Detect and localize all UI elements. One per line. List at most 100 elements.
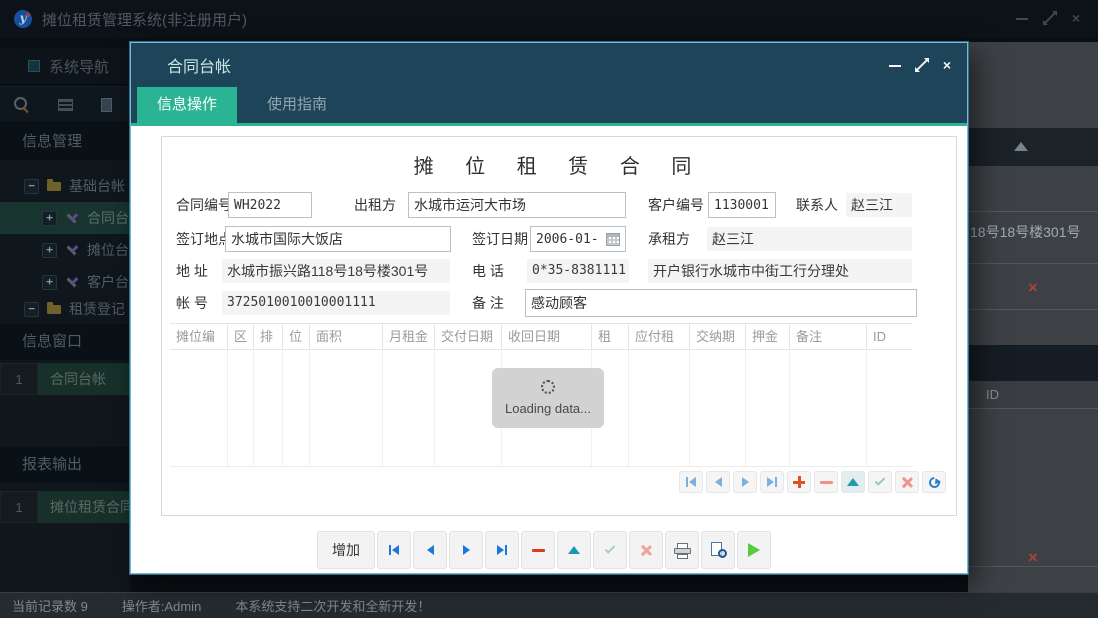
list-view-icon[interactable] xyxy=(58,99,73,111)
customer-no-label: 客户编号 xyxy=(648,192,704,218)
col-slot[interactable]: 位 xyxy=(283,324,310,349)
grid-remove-button[interactable] xyxy=(814,471,838,493)
grid-prev-button[interactable] xyxy=(706,471,730,493)
document-icon[interactable] xyxy=(101,98,112,112)
tab-user-guide[interactable]: 使用指南 xyxy=(247,87,347,123)
info-window-row[interactable]: 1 合同台帐 xyxy=(0,363,130,395)
col-row[interactable]: 排 xyxy=(254,324,283,349)
grid-next-button[interactable] xyxy=(733,471,757,493)
loading-text: Loading data... xyxy=(505,401,591,416)
col-payable-rent[interactable]: 应付租 xyxy=(629,324,690,349)
background-toolbar xyxy=(0,86,130,122)
account-value: 3725010010010001111 xyxy=(222,291,450,315)
col-area[interactable]: 面积 xyxy=(310,324,383,349)
tree-item-label: 租赁登记 xyxy=(69,299,125,319)
delete-record-button[interactable] xyxy=(521,531,555,569)
dialog-close-icon[interactable]: × xyxy=(943,59,951,71)
row-number: 1 xyxy=(0,363,38,395)
nav-next-button[interactable] xyxy=(449,531,483,569)
sign-place-input[interactable] xyxy=(225,226,451,252)
customer-no-input[interactable] xyxy=(708,192,776,218)
cancel-button[interactable] xyxy=(629,531,663,569)
lessee-value: 赵三江 xyxy=(707,227,912,251)
collapse-up-icon[interactable] xyxy=(1014,142,1028,151)
col-remark[interactable]: 备注 xyxy=(790,324,867,349)
folder-icon xyxy=(47,305,61,314)
grid-refresh-button[interactable] xyxy=(922,471,946,493)
background-panel-header2 xyxy=(968,345,1098,381)
print-button[interactable] xyxy=(665,531,699,569)
report-row[interactable]: 1 摊位租赁合同 xyxy=(0,491,130,523)
tree-item-stall-ledger[interactable]: 摊位台帐 xyxy=(0,234,130,266)
dialog-titlebar[interactable]: 合同台帐 × xyxy=(131,43,967,87)
navigation-icon xyxy=(28,60,40,72)
contract-no-input[interactable] xyxy=(228,192,312,218)
accept-button[interactable] xyxy=(593,531,627,569)
collapse-expander-icon[interactable] xyxy=(24,302,39,317)
address-label: 地 址 xyxy=(176,258,208,284)
nav-prev-button[interactable] xyxy=(413,531,447,569)
dialog-controls: × xyxy=(889,59,951,71)
col-deliver-date[interactable]: 交付日期 xyxy=(435,324,502,349)
tree-item-customer-ledger[interactable]: 客户台帐 xyxy=(0,266,130,298)
col-id[interactable]: ID xyxy=(867,324,901,349)
tree-item-contract-ledger[interactable]: 合同台帐 xyxy=(0,202,130,234)
sign-date-value: 2006-01- xyxy=(536,232,599,247)
col-pay-period[interactable]: 交纳期 xyxy=(690,324,746,349)
nav-first-button[interactable] xyxy=(377,531,411,569)
restore-icon[interactable] xyxy=(1044,12,1056,24)
form-title: 摊 位 租 赁 合 同 xyxy=(162,150,956,179)
sign-date-picker[interactable]: 2006-01- xyxy=(530,226,626,252)
tree-item-rental-register[interactable]: 租赁登记 xyxy=(0,298,130,320)
dialog-tabbar: 信息操作 使用指南 xyxy=(131,87,967,123)
calendar-icon[interactable] xyxy=(606,233,620,246)
add-record-button[interactable]: 增加 xyxy=(317,531,375,569)
background-panel-header xyxy=(968,128,1098,166)
grid-cancel-button[interactable] xyxy=(895,471,919,493)
col-monthly-rent[interactable]: 月租金 xyxy=(383,324,435,349)
search-icon[interactable] xyxy=(14,97,30,113)
minimize-icon[interactable] xyxy=(1016,18,1028,20)
grid-header-row: 摊位编 区 排 位 面积 月租金 交付日期 收回日期 租 应付租 交纳期 押金 … xyxy=(170,323,912,350)
expand-expander-icon[interactable] xyxy=(42,211,57,226)
collapse-expander-icon[interactable] xyxy=(24,179,39,194)
lessor-input[interactable] xyxy=(408,192,626,218)
sidebar-section-reports: 报表输出 xyxy=(0,447,130,483)
loading-indicator: Loading data... xyxy=(492,368,604,428)
col-stall-no[interactable]: 摊位编 xyxy=(170,324,228,349)
col-zone[interactable]: 区 xyxy=(228,324,254,349)
main-titlebar: 摊位租赁管理系统(非注册用户) xyxy=(0,0,1098,38)
expand-expander-icon[interactable] xyxy=(42,243,57,258)
grid-add-button[interactable] xyxy=(787,471,811,493)
close-icon[interactable]: × xyxy=(1072,12,1080,24)
grid-last-button[interactable] xyxy=(760,471,784,493)
col-deposit[interactable]: 押金 xyxy=(746,324,790,349)
background-id-column-header: ID xyxy=(968,381,1098,409)
tab-system-navigation[interactable]: 系统导航 xyxy=(0,48,130,84)
tab-info-operation[interactable]: 信息操作 xyxy=(137,87,237,123)
row-label: 合同台帐 xyxy=(38,363,130,395)
grid-accept-button[interactable] xyxy=(868,471,892,493)
tab-system-navigation-label: 系统导航 xyxy=(49,56,109,77)
print-preview-button[interactable] xyxy=(701,531,735,569)
col-rent[interactable]: 租 xyxy=(592,324,629,349)
grid-collapse-button[interactable] xyxy=(841,471,865,493)
tool-icon xyxy=(65,276,79,288)
dialog-maximize-icon[interactable] xyxy=(916,59,928,71)
account-label: 帐 号 xyxy=(176,290,208,316)
run-button[interactable] xyxy=(737,531,771,569)
remark-input[interactable] xyxy=(525,289,917,317)
dialog-minimize-icon[interactable] xyxy=(889,65,901,67)
grid-first-button[interactable] xyxy=(679,471,703,493)
nav-last-button[interactable] xyxy=(485,531,519,569)
collapse-button[interactable] xyxy=(557,531,591,569)
remark-label: 备 注 xyxy=(472,290,504,316)
delete-icon[interactable]: × xyxy=(968,272,1098,298)
sidebar-section-info-window: 信息窗口 xyxy=(0,324,130,360)
expand-expander-icon[interactable] xyxy=(42,275,57,290)
col-return-date[interactable]: 收回日期 xyxy=(502,324,592,349)
app-icon xyxy=(14,10,32,28)
tree-item-base-ledger[interactable]: 基础台帐 xyxy=(0,170,130,202)
contract-form: 摊 位 租 赁 合 同 合同编号 出租方 客户编号 联系人 赵三江 签订地点 签… xyxy=(161,136,957,516)
delete-icon[interactable]: × xyxy=(968,542,1098,568)
